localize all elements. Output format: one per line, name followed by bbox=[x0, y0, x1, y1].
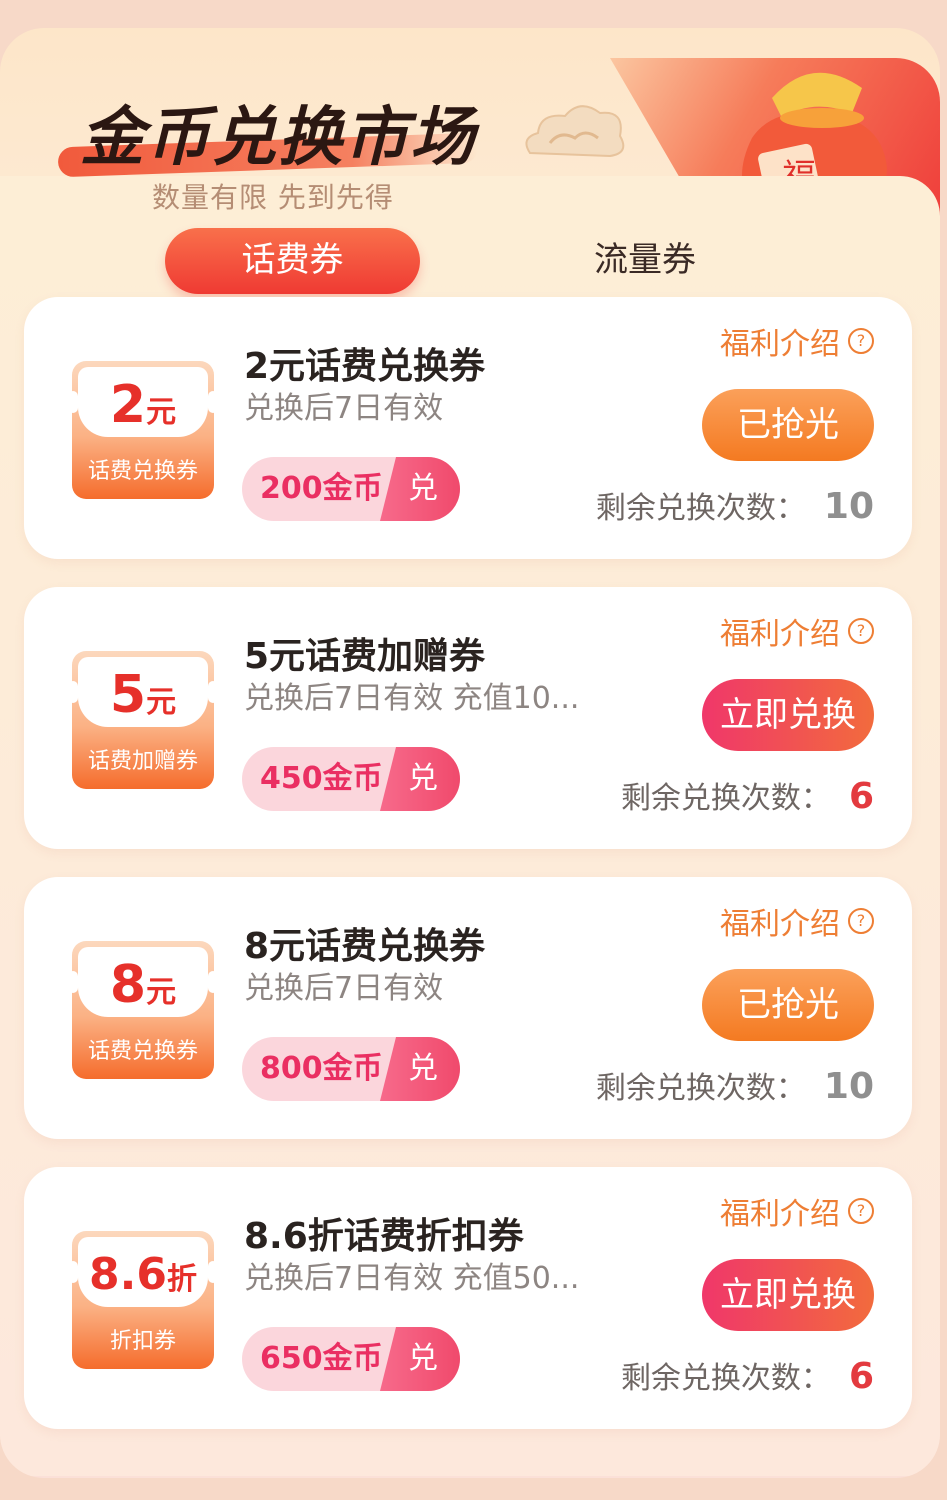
redeem-now-button[interactable]: 立即兑换 bbox=[702, 679, 874, 751]
remaining-value: 6 bbox=[848, 1356, 874, 1397]
cloud-icon bbox=[525, 105, 625, 158]
coin-price-tag: 800金币 兑 bbox=[242, 1037, 460, 1101]
benefit-intro-link[interactable]: 福利介绍? bbox=[720, 899, 874, 943]
benefit-intro-link[interactable]: 福利介绍? bbox=[720, 1189, 874, 1233]
sold-out-button[interactable]: 已抢光 bbox=[702, 969, 874, 1041]
coin-price: 800金币 bbox=[260, 1051, 383, 1086]
ticket-amount: 5 bbox=[109, 665, 147, 725]
exchange-tag: 兑 bbox=[380, 1037, 460, 1101]
remaining-value: 10 bbox=[823, 1066, 874, 1107]
ticket-label: 话费兑换券 bbox=[87, 459, 198, 484]
remaining-label: 剩余兑换次数： bbox=[595, 491, 806, 526]
question-icon: ? bbox=[848, 908, 874, 934]
voucher-ticket-icon: 2元 话费兑换券 bbox=[68, 361, 218, 499]
exchange-tag: 兑 bbox=[380, 1327, 460, 1391]
remaining-label: 剩余兑换次数： bbox=[620, 781, 831, 816]
voucher-card: 5元 话费加赠券 5元话费加赠券 兑换后7日有效 充值10... 450金币 兑… bbox=[24, 587, 912, 849]
remaining-count: 剩余兑换次数： 10 bbox=[596, 1063, 874, 1107]
voucher-card: 2元 话费兑换券 2元话费兑换券 兑换后7日有效 200金币 兑 福利介绍? 已… bbox=[24, 297, 912, 559]
coin-price-tag: 200金币 兑 bbox=[242, 457, 460, 521]
remaining-count: 剩余兑换次数： 6 bbox=[621, 773, 874, 817]
voucher-ticket-icon: 8.6折 折扣券 bbox=[68, 1231, 218, 1369]
voucher-description: 兑换后7日有效 充值10... bbox=[244, 681, 580, 716]
remaining-label: 剩余兑换次数： bbox=[620, 1361, 831, 1396]
ticket-label: 话费加赠券 bbox=[87, 749, 198, 774]
voucher-title: 8.6折话费折扣券 bbox=[244, 1216, 524, 1257]
ticket-unit: 折 bbox=[166, 1262, 197, 1297]
ticket-unit: 元 bbox=[146, 685, 177, 720]
page-subtitle: 数量有限 先到先得 bbox=[152, 181, 394, 214]
remaining-count: 剩余兑换次数： 10 bbox=[596, 483, 874, 527]
coin-price: 450金币 bbox=[260, 761, 383, 796]
coin-price: 650金币 bbox=[260, 1341, 383, 1376]
coin-price-tag: 650金币 兑 bbox=[242, 1327, 460, 1391]
voucher-description: 兑换后7日有效 bbox=[244, 971, 444, 1006]
question-icon: ? bbox=[848, 618, 874, 644]
ticket-unit: 元 bbox=[146, 975, 177, 1010]
voucher-card: 8元 话费兑换券 8元话费兑换券 兑换后7日有效 800金币 兑 福利介绍? 已… bbox=[24, 877, 912, 1139]
benefit-intro-label: 福利介绍 bbox=[720, 1197, 840, 1232]
ticket-amount: 8.6 bbox=[89, 1249, 167, 1300]
ticket-label: 折扣券 bbox=[109, 1329, 176, 1354]
benefit-intro-label: 福利介绍 bbox=[720, 327, 840, 362]
benefit-intro-label: 福利介绍 bbox=[720, 907, 840, 942]
ticket-label: 话费兑换券 bbox=[87, 1039, 198, 1064]
voucher-description: 兑换后7日有效 bbox=[244, 391, 444, 426]
voucher-card: 8.6折 折扣券 8.6折话费折扣券 兑换后7日有效 充值50... 650金币… bbox=[24, 1167, 912, 1429]
voucher-ticket-icon: 5元 话费加赠券 bbox=[68, 651, 218, 789]
voucher-title: 2元话费兑换券 bbox=[244, 346, 486, 387]
remaining-count: 剩余兑换次数： 6 bbox=[621, 1353, 874, 1397]
question-icon: ? bbox=[848, 328, 874, 354]
sold-out-button[interactable]: 已抢光 bbox=[702, 389, 874, 461]
benefit-intro-label: 福利介绍 bbox=[720, 617, 840, 652]
voucher-title: 5元话费加赠券 bbox=[244, 636, 486, 677]
exchange-tag: 兑 bbox=[380, 747, 460, 811]
ticket-amount: 2 bbox=[109, 375, 147, 435]
voucher-ticket-icon: 8元 话费兑换券 bbox=[68, 941, 218, 1079]
remaining-label: 剩余兑换次数： bbox=[595, 1071, 806, 1106]
remaining-value: 10 bbox=[823, 486, 874, 527]
voucher-description: 兑换后7日有效 充值50... bbox=[244, 1261, 580, 1296]
benefit-intro-link[interactable]: 福利介绍? bbox=[720, 319, 874, 363]
exchange-tag: 兑 bbox=[380, 457, 460, 521]
ticket-amount: 8 bbox=[109, 955, 147, 1015]
coin-price-tag: 450金币 兑 bbox=[242, 747, 460, 811]
coin-price: 200金币 bbox=[260, 471, 383, 506]
tab-bar: 话费券 流量券 bbox=[0, 228, 940, 298]
voucher-title: 8元话费兑换券 bbox=[244, 926, 486, 967]
question-icon: ? bbox=[848, 1198, 874, 1224]
redeem-now-button[interactable]: 立即兑换 bbox=[702, 1259, 874, 1331]
remaining-value: 6 bbox=[848, 776, 874, 817]
tab-data-traffic[interactable]: 流量券 bbox=[560, 228, 730, 294]
ticket-unit: 元 bbox=[146, 395, 177, 430]
tab-phone-credit[interactable]: 话费券 bbox=[165, 228, 420, 294]
page-title: 金币兑换市场 bbox=[80, 101, 476, 175]
benefit-intro-link[interactable]: 福利介绍? bbox=[720, 609, 874, 653]
